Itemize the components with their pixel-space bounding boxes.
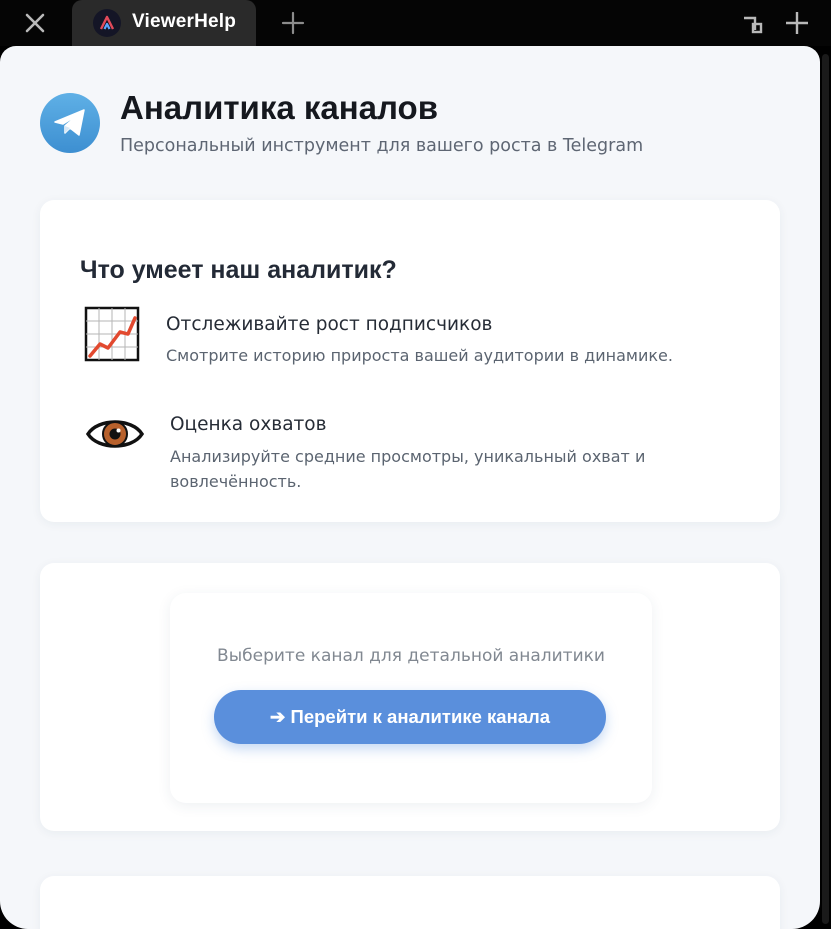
feature-description: Смотрите историю прироста вашей аудитори… xyxy=(166,346,673,365)
feature-title: Оценка охватов xyxy=(170,414,327,435)
shrink-window-button[interactable] xyxy=(737,8,767,38)
title-bar: ViewerHelp xyxy=(0,0,831,46)
channel-select-prompt: Выберите канал для детальной аналитики xyxy=(217,646,605,666)
feature-title: Отслеживайте рост подписчиков xyxy=(166,314,493,335)
next-section-card xyxy=(40,876,780,929)
expand-window-icon xyxy=(786,12,808,34)
close-icon xyxy=(25,13,45,33)
plus-icon xyxy=(281,11,305,35)
new-tab-button[interactable] xyxy=(278,8,308,38)
telegram-icon xyxy=(40,93,100,153)
viewerhelp-logo-icon xyxy=(93,9,121,37)
tab-viewerhelp[interactable]: ViewerHelp xyxy=(72,0,256,46)
close-window-button[interactable] xyxy=(20,8,50,38)
features-card: Что умеет наш аналитик? Отслеживайте рос… xyxy=(40,200,780,522)
channel-select-panel: Выберите канал для детальной аналитики ➔… xyxy=(170,593,652,803)
page-scrollbar[interactable] xyxy=(820,46,831,929)
feature-description: Анализируйте средние просмотры, уникальн… xyxy=(170,447,646,491)
eye-icon xyxy=(85,420,145,448)
page-title: Аналитика каналов xyxy=(120,89,438,126)
page-subtitle: Персональный инструмент для вашего роста… xyxy=(120,136,644,156)
expand-window-button[interactable] xyxy=(782,8,812,38)
scrollbar-thumb[interactable] xyxy=(822,54,829,924)
channel-select-card: Выберите канал для детальной аналитики ➔… xyxy=(40,563,780,831)
features-title: Что умеет наш аналитик? xyxy=(80,256,397,284)
page-viewport[interactable]: Аналитика каналов Персональный инструмен… xyxy=(0,46,820,929)
page-header: Аналитика каналов Персональный инструмен… xyxy=(0,86,820,186)
shrink-window-icon xyxy=(744,16,763,34)
go-to-analytics-button[interactable]: ➔ Перейти к аналитике канала xyxy=(214,690,606,744)
chart-increasing-icon xyxy=(84,306,140,362)
tab-title: ViewerHelp xyxy=(132,11,237,32)
